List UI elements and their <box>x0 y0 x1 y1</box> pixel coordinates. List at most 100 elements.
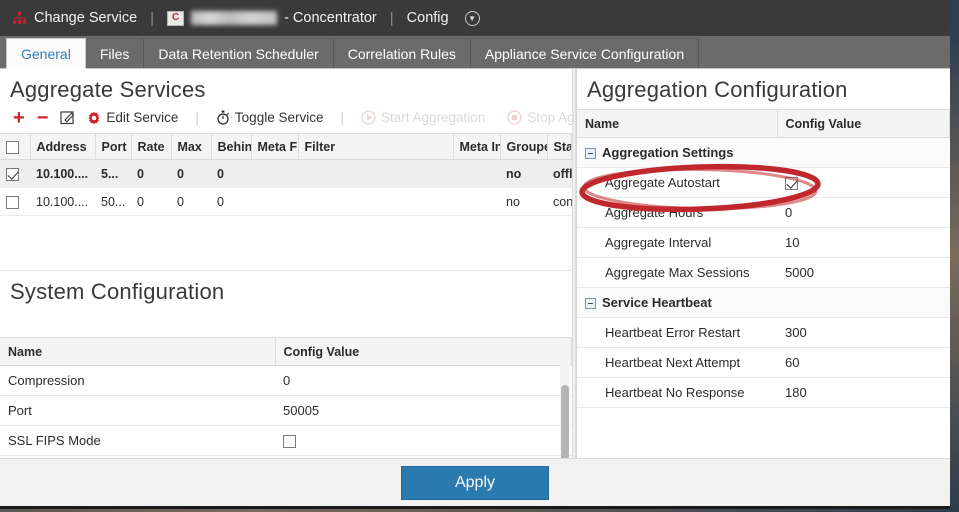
tab-appliance-service-configuration[interactable]: Appliance Service Configuration <box>470 38 700 68</box>
cell-meta-include <box>453 187 500 216</box>
syscfg-value[interactable]: 50005 <box>275 395 572 426</box>
syscfg-value[interactable] <box>275 425 572 456</box>
group-value-cell <box>777 287 950 318</box>
aggcfg-col-name[interactable]: Name <box>577 109 778 138</box>
col-status[interactable]: Status <box>547 133 572 160</box>
list-item[interactable]: SSL FIPS Mode <box>0 425 572 456</box>
list-item[interactable]: Aggregate Max Sessions 5000 <box>577 257 950 288</box>
cell-max: 0 <box>171 159 211 188</box>
current-service[interactable]: C - Concentrator <box>167 10 377 26</box>
syscfg-value[interactable]: 0 <box>275 365 572 396</box>
cell-grouped: no <box>500 159 547 188</box>
stop-aggregation-label: Stop Ag <box>527 110 575 125</box>
aggregate-autostart-checkbox[interactable] <box>785 177 798 191</box>
group-label: Aggregation Settings <box>602 145 734 160</box>
table-row[interactable]: 10.100.... 50... 0 0 0 no consuming <box>0 187 572 216</box>
chevron-down-icon[interactable]: ▼ <box>464 10 480 26</box>
aggcfg-name: Aggregate Autostart <box>577 167 777 198</box>
row-checkbox[interactable] <box>6 195 19 209</box>
tab-files[interactable]: Files <box>85 38 145 68</box>
tab-data-retention-scheduler-label: Data Retention Scheduler <box>158 45 319 62</box>
tab-data-retention-scheduler[interactable]: Data Retention Scheduler <box>144 38 334 68</box>
collapse-minus-icon[interactable] <box>585 298 596 310</box>
list-item[interactable]: Heartbeat No Response 180 <box>577 377 950 408</box>
config-label: Config <box>406 10 449 26</box>
table-row[interactable]: 10.100.... 5... 0 0 0 no offline <box>0 159 572 188</box>
change-service-label: Change Service <box>34 10 138 26</box>
aggcfg-value[interactable]: 180 <box>777 377 950 408</box>
row-select-cell[interactable] <box>0 187 30 216</box>
config-menu[interactable]: Config ▼ <box>407 10 480 26</box>
content-area: Aggregate Services + − Edit Service | To… <box>0 69 950 467</box>
system-configuration-scroll-area: Name Config Value Compression 0 Port 500… <box>0 337 572 458</box>
right-column: Aggregation Configuration Name Config Va… <box>576 69 950 458</box>
cell-meta-fields <box>251 159 298 188</box>
row-select-cell[interactable] <box>0 159 30 188</box>
tab-general[interactable]: General <box>6 38 86 69</box>
list-item-aggregate-autostart[interactable]: Aggregate Autostart <box>577 167 950 198</box>
start-aggregation-button: Start Aggregation <box>358 109 488 126</box>
system-configuration-title: System Configuration <box>10 279 225 304</box>
service-type-label: - Concentrator <box>284 10 377 26</box>
ssl-fips-mode-checkbox[interactable] <box>283 435 296 449</box>
aggcfg-header-row: Name Config Value <box>577 109 950 138</box>
top-navigation-bar: Change Service | C - Concentrator | Conf… <box>0 0 950 36</box>
syscfg-col-name[interactable]: Name <box>0 337 276 366</box>
col-meta-include[interactable]: Meta In <box>453 133 501 160</box>
col-rate[interactable]: Rate <box>131 133 172 160</box>
col-behind[interactable]: Behin <box>211 133 252 160</box>
system-configuration-scrollbar[interactable] <box>560 339 570 467</box>
topbar-separator-2: | <box>389 9 394 27</box>
group-row-service-heartbeat[interactable]: Service Heartbeat <box>577 287 950 318</box>
col-max[interactable]: Max <box>171 133 212 160</box>
edit-icon-button[interactable] <box>57 109 78 126</box>
scrollbar-thumb[interactable] <box>561 385 569 467</box>
collapse-minus-icon[interactable] <box>585 148 596 160</box>
tab-correlation-rules[interactable]: Correlation Rules <box>333 38 471 68</box>
col-grouped[interactable]: Groupe <box>500 133 548 160</box>
aggregate-services-table: Address Port Rate Max Behin Meta F Filte… <box>0 133 572 216</box>
topbar-separator-1: | <box>150 9 155 27</box>
list-item[interactable]: Aggregate Hours 0 <box>577 197 950 228</box>
list-item[interactable]: Aggregate Interval 10 <box>577 227 950 258</box>
apply-button[interactable]: Apply <box>401 465 549 500</box>
add-service-button[interactable]: + <box>10 108 28 128</box>
remove-service-button[interactable]: − <box>34 106 52 129</box>
aggcfg-col-value[interactable]: Config Value <box>777 109 950 138</box>
change-service-link[interactable]: Change Service <box>12 10 137 26</box>
start-aggregation-label: Start Aggregation <box>381 110 486 125</box>
tab-strip: General Files Data Retention Scheduler C… <box>0 36 950 69</box>
cell-address: 10.100.... <box>30 159 95 188</box>
col-meta-fields[interactable]: Meta F <box>251 133 299 160</box>
list-item[interactable]: Heartbeat Next Attempt 60 <box>577 347 950 378</box>
list-item[interactable]: Heartbeat Error Restart 300 <box>577 317 950 348</box>
aggcfg-value[interactable]: 60 <box>777 347 950 378</box>
aggcfg-value[interactable]: 0 <box>777 197 950 228</box>
col-address[interactable]: Address <box>30 133 96 160</box>
aggcfg-value[interactable]: 5000 <box>777 257 950 288</box>
select-all-checkbox[interactable] <box>6 140 19 154</box>
toggle-service-label: Toggle Service <box>234 110 324 125</box>
table-header-row: Address Port Rate Max Behin Meta F Filte… <box>0 133 572 160</box>
aggcfg-value[interactable] <box>777 167 950 198</box>
list-item[interactable]: Compression 0 <box>0 365 572 396</box>
aggcfg-name: Heartbeat Error Restart <box>577 317 777 348</box>
group-label: Service Heartbeat <box>602 295 712 310</box>
cell-meta-fields <box>251 187 298 216</box>
tab-files-label: Files <box>99 45 130 62</box>
toggle-service-button[interactable]: Toggle Service <box>213 109 327 126</box>
col-port[interactable]: Port <box>95 133 132 160</box>
cell-meta-include <box>453 159 500 188</box>
group-row-aggregation-settings[interactable]: Aggregation Settings <box>577 137 950 168</box>
aggcfg-value[interactable]: 300 <box>777 317 950 348</box>
col-filter[interactable]: Filter <box>298 133 454 160</box>
select-all-header[interactable] <box>0 133 31 160</box>
syscfg-col-value[interactable]: Config Value <box>275 337 572 366</box>
cell-rate: 0 <box>131 159 171 188</box>
minus-icon: − <box>36 106 49 129</box>
row-checkbox[interactable] <box>6 167 19 181</box>
aggregate-services-title: Aggregate Services <box>10 77 206 102</box>
edit-service-button[interactable]: Edit Service <box>84 109 181 126</box>
list-item[interactable]: Port 50005 <box>0 395 572 426</box>
aggcfg-value[interactable]: 10 <box>777 227 950 258</box>
